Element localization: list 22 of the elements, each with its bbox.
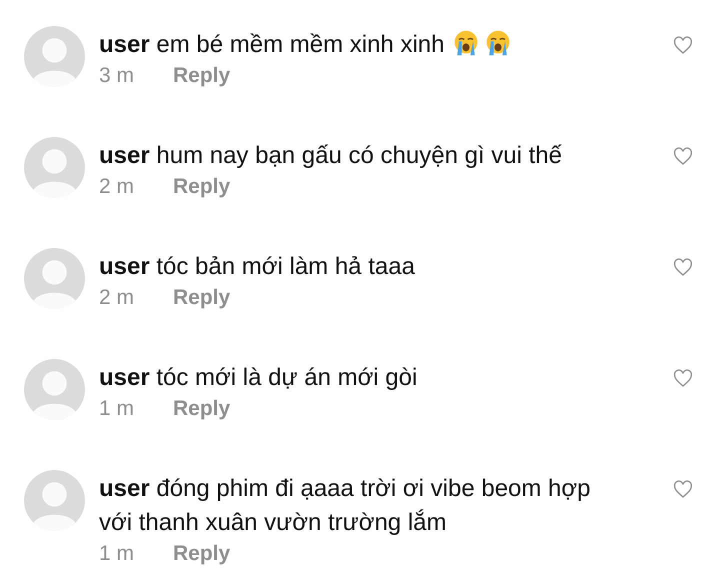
comment-text: user hum nay bạn gấu có chuyện gì vui thế — [99, 141, 563, 171]
crying-face-icon — [452, 29, 480, 57]
comment-text: user em bé mềm mềm xinh xinh — [99, 28, 619, 62]
comment-time: 1 m — [99, 397, 136, 421]
like-heart-icon[interactable] — [673, 480, 693, 499]
comment-time: 2 m — [99, 286, 136, 310]
comment-text: user đóng phim đi ạaaa trời ơi vibe beom hợp với thanh xuân vườn trường lắm — [99, 474, 592, 538]
comment-text: user tóc mới là dự án mới gòi — [99, 363, 418, 393]
reply-link[interactable]: Reply — [173, 175, 230, 199]
like-heart-icon[interactable] — [673, 369, 693, 388]
comment-time: 3 m — [99, 64, 136, 88]
comment-time: 2 m — [99, 175, 136, 199]
comment-text: user tóc bản mới làm hả taaa — [99, 252, 416, 282]
like-heart-icon[interactable] — [673, 258, 693, 277]
reply-link[interactable]: Reply — [173, 542, 230, 566]
reply-link[interactable]: Reply — [173, 286, 230, 310]
crying-face-icon — [484, 29, 512, 57]
like-heart-icon[interactable] — [673, 36, 693, 55]
like-heart-icon[interactable] — [673, 147, 693, 166]
reply-link[interactable]: Reply — [173, 397, 230, 421]
comment-time: 1 m — [99, 542, 136, 566]
reply-link[interactable]: Reply — [173, 64, 230, 88]
